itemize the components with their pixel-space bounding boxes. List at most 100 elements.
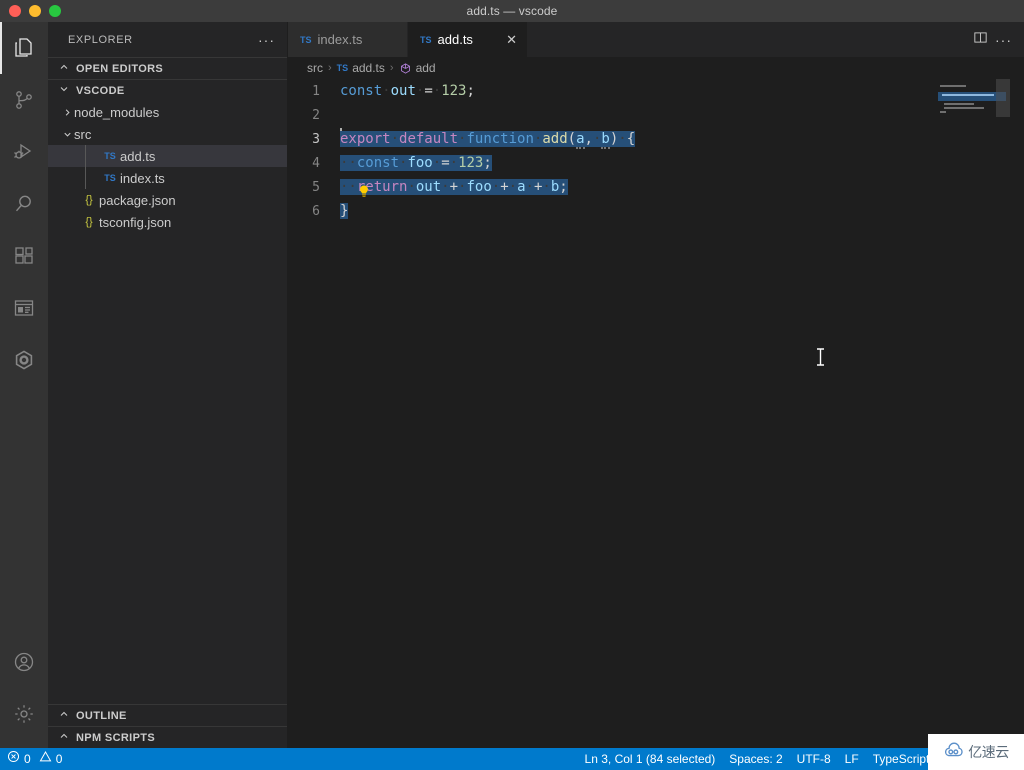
watermark-text: 亿速云 (968, 745, 1009, 761)
breadcrumb-item-src[interactable]: src (307, 61, 323, 75)
minimap[interactable] (930, 79, 1010, 748)
error-count: 0 (24, 752, 31, 766)
chevron-right-icon (56, 730, 72, 745)
ts-file-icon: TS (420, 34, 432, 45)
editor-group: TS index.ts TS add.ts ✕ ··· src › TS add… (288, 22, 1024, 748)
activity-bar (0, 22, 48, 748)
status-item-language-mode[interactable]: TypeScript (866, 748, 937, 770)
section-npm-scripts[interactable]: NPM SCRIPTS (48, 726, 287, 748)
tree-item-index-ts[interactable]: TS index.ts (48, 167, 287, 189)
activity-item-browser-preview[interactable] (0, 282, 48, 334)
window-controls[interactable] (0, 5, 61, 17)
tree-item-node_modules[interactable]: node_modules (48, 101, 287, 123)
tree-item-label: index.ts (120, 170, 165, 186)
line-number: 6 (312, 203, 320, 219)
tab-bar-filler (528, 22, 972, 57)
breadcrumb-separator: › (328, 62, 332, 74)
warning-icon (39, 748, 52, 770)
tab-add-ts[interactable]: TS add.ts ✕ (408, 22, 528, 57)
section-label-outline: OUTLINE (76, 709, 127, 722)
line-number: 1 (312, 83, 320, 99)
tab-index-ts[interactable]: TS index.ts (288, 22, 408, 57)
watermark: 亿速云 (928, 734, 1024, 770)
activity-item-explorer[interactable] (0, 22, 48, 74)
search-icon (12, 192, 36, 216)
warning-count: 0 (55, 752, 63, 766)
ts-file-icon: TS (336, 63, 349, 73)
status-item-eol[interactable]: LF (838, 748, 866, 770)
line-content: ··return·out·+·foo·+·a·+·b; (340, 179, 568, 195)
code-line-2: 2 (288, 103, 1024, 127)
section-label-vscode: VSCODE (76, 84, 125, 97)
indent-guide (85, 167, 86, 189)
line-number: 4 (312, 155, 320, 171)
editor-tabs: TS index.ts TS add.ts ✕ (288, 22, 528, 57)
breadcrumb-label: src (307, 61, 323, 75)
section-label-npm-scripts: NPM SCRIPTS (76, 731, 156, 744)
activity-item-accounts[interactable] (0, 636, 48, 688)
mouse-pointer-icon (816, 348, 825, 366)
tree-item-tsconfig-json[interactable]: {} tsconfig.json (48, 211, 287, 233)
extensions-icon (12, 244, 36, 268)
status-item-encoding[interactable]: UTF-8 (790, 748, 838, 770)
browser-icon (12, 296, 36, 320)
vscode-window: add.ts — vscode EXPLORER ··· OPEN EDITOR… (0, 0, 1024, 770)
code-editor[interactable]: 1 const·out·=·123; 2 3 export·default·fu… (288, 79, 1024, 748)
editor-tab-bar: TS index.ts TS add.ts ✕ ··· (288, 22, 1024, 57)
activity-item-run-and-debug[interactable] (0, 126, 48, 178)
section-outline[interactable]: OUTLINE (48, 704, 287, 726)
tree-item-label: src (74, 126, 92, 142)
status-item-cursor-position[interactable]: Ln 3, Col 1 (84 selected) (578, 748, 723, 770)
status-item-problems[interactable]: 0 0 (0, 748, 69, 770)
breadcrumb: src › TS add.ts › add (288, 57, 1024, 79)
minimize-window-button[interactable] (29, 5, 41, 17)
editor-scrollbar[interactable] (996, 79, 1010, 117)
close-icon[interactable]: ✕ (492, 33, 517, 46)
code-line-6: 6 } (288, 199, 1024, 223)
source-control-icon (12, 88, 36, 112)
activity-bar-bottom (0, 636, 48, 748)
explorer-sidebar: EXPLORER ··· OPEN EDITORS VSCODE node_mo… (48, 22, 288, 748)
activity-item-extensions[interactable] (0, 230, 48, 282)
tab-label: add.ts (437, 32, 473, 47)
activity-item-iceworks[interactable] (0, 334, 48, 386)
window-title: add.ts — vscode (466, 4, 558, 18)
code-line-3: 3 export·default·function·add(a,·b)·{ (288, 127, 1024, 151)
breadcrumb-label: add (415, 61, 436, 75)
activity-item-source-control[interactable] (0, 74, 48, 126)
debug-icon (12, 140, 36, 164)
status-bar-left: 0 0 (0, 748, 69, 770)
section-vscode[interactable]: VSCODE (48, 79, 287, 101)
breadcrumb-item-add-ts[interactable]: TS add.ts (337, 61, 385, 75)
section-open-editors[interactable]: OPEN EDITORS (48, 57, 287, 79)
chevron-down-icon (60, 129, 74, 140)
status-item-indentation[interactable]: Spaces: 2 (722, 748, 789, 770)
ts-file-icon: TS (104, 173, 116, 183)
more-actions-button[interactable]: ··· (995, 33, 1012, 47)
close-window-button[interactable] (9, 5, 21, 17)
sidebar-more-actions-button[interactable]: ··· (258, 33, 275, 47)
gear-icon (12, 702, 36, 726)
chevron-down-icon (56, 83, 72, 98)
tree-item-add-ts[interactable]: TS add.ts (48, 145, 287, 167)
ts-file-icon: TS (300, 34, 312, 45)
status-bar: 0 0 Ln 3, Col 1 (84 selected) Spaces: 2 … (0, 748, 1024, 770)
line-number: 2 (312, 107, 320, 123)
lightbulb-quickfix-icon[interactable] (356, 184, 372, 200)
breadcrumb-separator: › (389, 62, 394, 74)
files-icon (12, 36, 36, 60)
tree-item-src[interactable]: src (48, 123, 287, 145)
activity-item-search[interactable] (0, 178, 48, 230)
line-content: } (340, 203, 349, 219)
hexagon-icon (12, 348, 36, 372)
activity-item-settings[interactable] (0, 688, 48, 740)
error-icon (7, 748, 20, 770)
split-editor-icon[interactable] (972, 29, 989, 51)
zoom-window-button[interactable] (49, 5, 61, 17)
cloud-logo-icon (943, 742, 965, 763)
chevron-right-icon (60, 107, 74, 118)
breadcrumb-item-add-symbol[interactable]: add (399, 61, 436, 75)
json-file-icon: {} (85, 194, 93, 206)
tree-item-package-json[interactable]: {} package.json (48, 189, 287, 211)
